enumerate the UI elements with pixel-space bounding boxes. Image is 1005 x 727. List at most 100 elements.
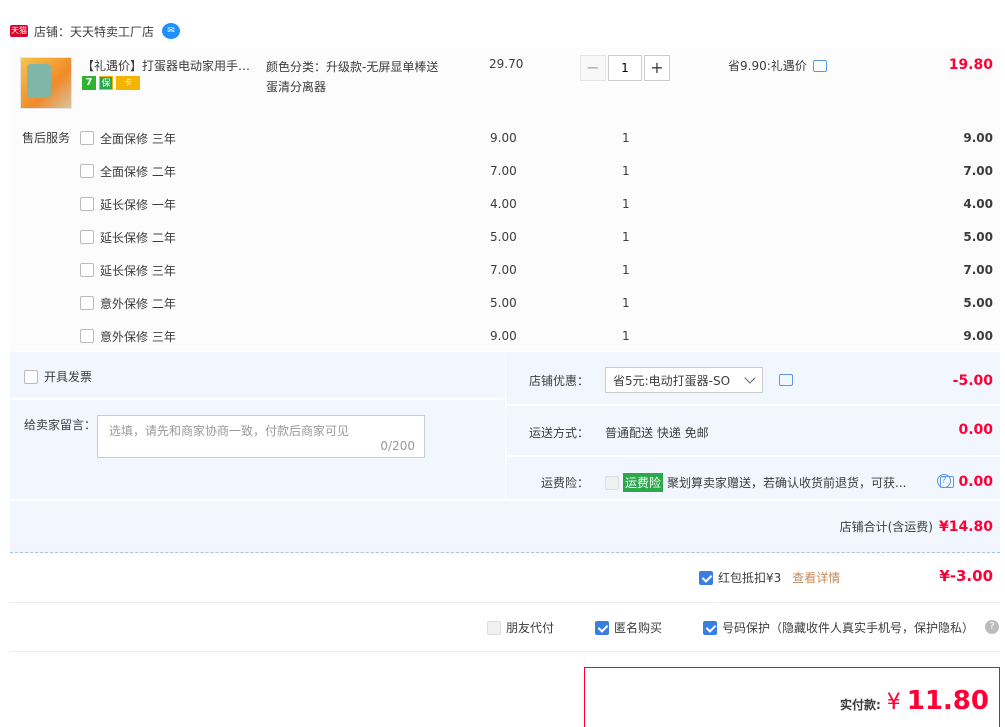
redpacket-checkbox[interactable] (699, 570, 713, 585)
shop-discount-select[interactable]: 省5元:电动打蛋器-SO (605, 367, 763, 393)
divider (10, 602, 1000, 603)
service-price: 9.00 (490, 131, 517, 145)
memo-char-count: 0/200 (380, 439, 415, 453)
redpacket-label: 红包抵扣¥3 (718, 571, 782, 585)
service-name: 延长保修 一年 (100, 197, 176, 212)
insurance-checkbox (605, 475, 619, 490)
service-sum: 4.00 (963, 197, 993, 211)
friend-pay-checkbox (487, 620, 501, 635)
panel-divider (506, 404, 1000, 406)
invoice-checkbox[interactable] (24, 369, 38, 384)
service-name: 意外保修 三年 (100, 329, 176, 344)
quantity-stepper: − + (580, 55, 670, 81)
product-thumbnail[interactable] (20, 57, 72, 109)
anonymous-checkbox[interactable] (595, 620, 609, 635)
service-checkbox[interactable] (80, 329, 94, 343)
shop-discount-value: 省5元:电动打蛋器-SO (613, 373, 731, 388)
memo-textarea[interactable]: 选填，请先和商家协商一致，付款后商家可见 0/200 (97, 415, 425, 458)
service-name: 意外保修 二年 (100, 296, 176, 311)
service-row: 全面保修 二年 7.00 1 7.00 (80, 161, 997, 181)
wangwang-chat-icon[interactable]: ✉ (162, 23, 181, 39)
service-qty: 1 (622, 230, 630, 244)
panel-divider (505, 352, 506, 500)
item-total: 19.80 (948, 57, 993, 73)
quantity-minus-button[interactable]: − (580, 55, 606, 81)
anonymous-label: 匿名购买 (614, 621, 663, 635)
help-icon[interactable]: ? (937, 474, 951, 488)
payment-currency: ¥ (886, 690, 901, 715)
service-sum: 9.00 (963, 329, 993, 343)
question-icon[interactable]: ? (985, 620, 999, 634)
unit-price: 29.70 (489, 57, 524, 71)
sku-info: 颜色分类：升级款-无屏显单棒送 蛋清分离器 (266, 57, 456, 97)
shipping-method: 普通配送 快递 免邮 (605, 426, 709, 440)
service-sum: 5.00 (963, 230, 993, 244)
insurance-amount: 0.00 (958, 474, 993, 490)
shop-discount-amount: -5.00 (952, 373, 993, 389)
service-name: 延长保修 二年 (100, 230, 176, 245)
service-qty: 1 (622, 296, 630, 310)
shop-name-link[interactable]: 店铺：天天特卖工厂店 (34, 23, 154, 40)
insurance-tag: 运费险 (623, 473, 664, 492)
service-price: 4.00 (490, 197, 517, 211)
service-checkbox[interactable] (80, 230, 94, 244)
memo-placeholder: 选填，请先和商家协商一致，付款后商家可见 (109, 424, 350, 438)
anonymous-option[interactable]: 匿名购买 (595, 619, 662, 636)
friend-pay-option: 朋友代付 (487, 619, 554, 636)
after-sales-label: 售后服务 (22, 131, 71, 145)
invoice-label: 开具发票 (44, 370, 93, 384)
service-sum: 5.00 (963, 296, 993, 310)
shipping-label: 运送方式： (529, 426, 590, 440)
insurance-info: 运费险 聚划算卖家赠送，若确认收货前退货，可获... (605, 473, 906, 492)
message-icon[interactable] (812, 59, 827, 72)
message-icon[interactable] (779, 374, 793, 386)
seven-day-return-icon: 7 (82, 76, 96, 90)
tmall-badge: 天猫 (10, 25, 28, 37)
friend-pay-label: 朋友代付 (506, 621, 555, 635)
service-checkbox[interactable] (80, 263, 94, 277)
service-price: 9.00 (490, 329, 517, 343)
sku-line: 蛋清分离器 (266, 80, 327, 94)
service-checkbox[interactable] (80, 131, 94, 145)
payment-summary: 实付款: ¥ 11.80 (584, 667, 1000, 727)
shop-discount-label: 店铺优惠： (529, 374, 590, 388)
phone-protect-option[interactable]: 号码保护（隐藏收件人真实手机号，保护隐私） (703, 619, 974, 636)
quantity-plus-button[interactable]: + (644, 55, 670, 81)
service-checkbox[interactable] (80, 164, 94, 178)
service-qty: 1 (622, 131, 630, 145)
phone-protect-label: 号码保护（隐藏收件人真实手机号，保护隐私） (722, 621, 975, 635)
insurance-label: 运费险： (541, 476, 590, 490)
shop-header: 天猫 店铺：天天特卖工厂店 ✉ (10, 22, 181, 40)
service-qty: 1 (622, 329, 630, 343)
invoice-option[interactable]: 开具发票 (24, 368, 92, 385)
product-title-link[interactable]: 【礼遇价】打蛋器电动家用手持小型烘焙搅拌器 (82, 57, 260, 74)
sku-line: 颜色分类：升级款-无屏显单棒送 (266, 60, 439, 74)
guarantee-icon: 保 (99, 76, 113, 90)
service-price: 5.00 (490, 230, 517, 244)
service-qty: 1 (622, 263, 630, 277)
panel-divider (506, 455, 1000, 457)
payment-amount: 11.80 (906, 686, 989, 716)
service-price: 7.00 (490, 164, 517, 178)
service-name: 全面保修 三年 (100, 131, 176, 146)
product-badges: 7 保 卡 (82, 76, 140, 90)
panel-divider (10, 398, 505, 400)
service-checkbox[interactable] (80, 296, 94, 310)
service-row: 全面保修 三年 9.00 1 9.00 (80, 128, 997, 148)
redpacket-detail-link[interactable]: 查看详情 (792, 569, 840, 586)
quantity-input[interactable] (608, 55, 642, 81)
chevron-down-icon (744, 372, 756, 384)
service-sum: 7.00 (963, 263, 993, 277)
service-sum: 9.00 (963, 131, 993, 145)
redpacket-option[interactable]: 红包抵扣¥3 查看详情 (699, 569, 840, 586)
saving-text: 省9.90:礼遇价 (728, 59, 807, 73)
service-qty: 1 (622, 164, 630, 178)
phone-protect-checkbox[interactable] (703, 620, 717, 635)
service-row: 意外保修 三年 9.00 1 9.00 (80, 326, 997, 346)
saving-info: 省9.90:礼遇价 (728, 57, 827, 74)
service-checkbox[interactable] (80, 197, 94, 211)
service-price: 5.00 (490, 296, 517, 310)
service-row: 延长保修 二年 5.00 1 5.00 (80, 227, 997, 247)
service-name: 延长保修 三年 (100, 263, 176, 278)
service-row: 延长保修 一年 4.00 1 4.00 (80, 194, 997, 214)
